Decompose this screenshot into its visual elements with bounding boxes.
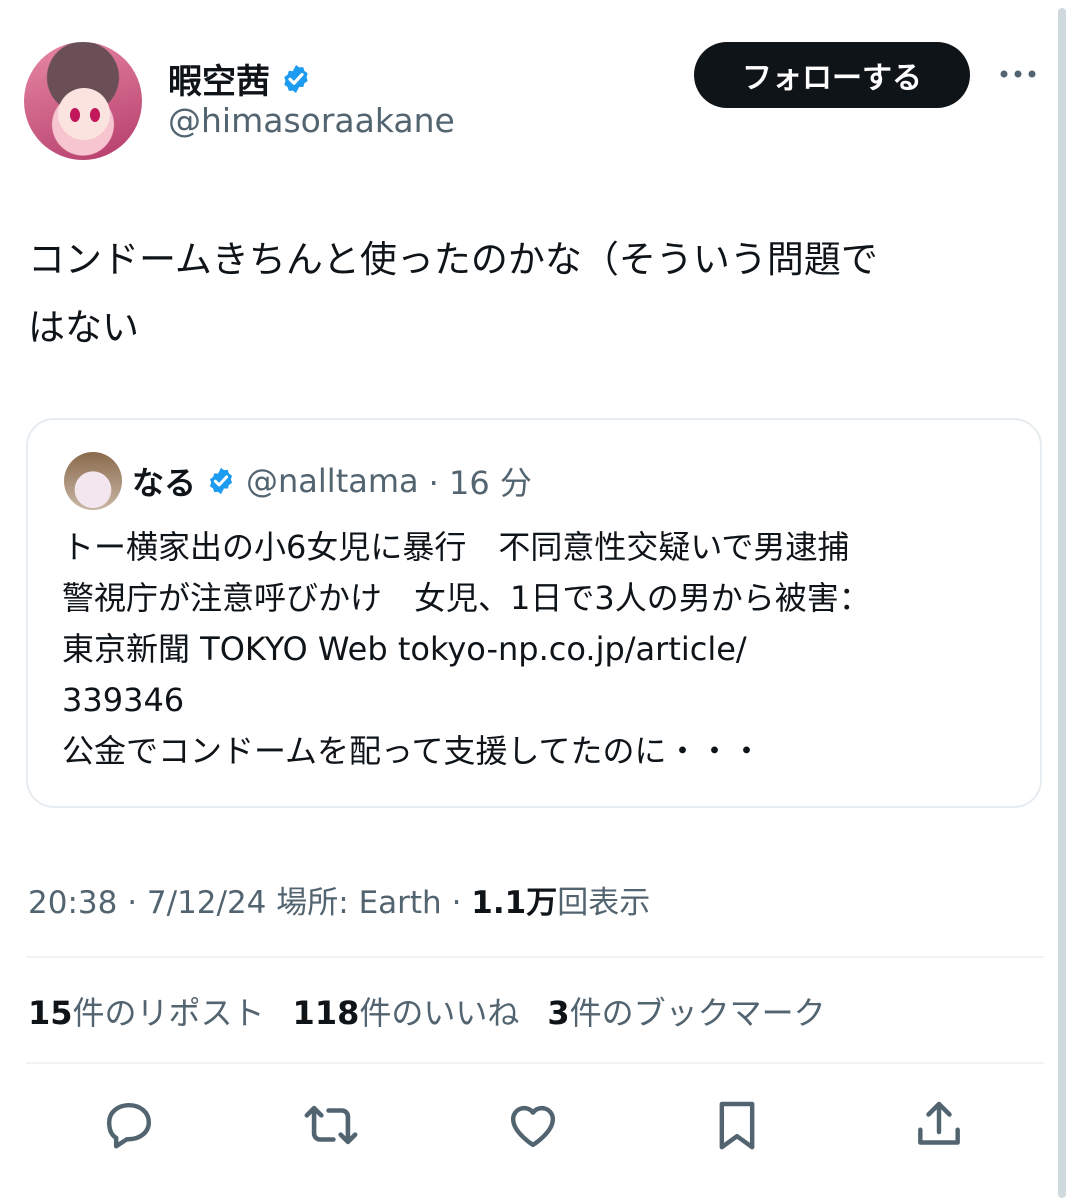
quoted-tweet[interactable]: なる @nalltama · 16 分 トー横家出の小6女児に暴行 不同意性交疑… [26, 418, 1042, 808]
view-label: 回表示 [557, 885, 651, 921]
avatar-eye [90, 108, 100, 122]
view-count: 1.1万 [471, 885, 558, 921]
tweet-text: コンドームきちんと使ったのかな（そういう問題で はない [28, 226, 1028, 362]
like-button[interactable] [498, 1085, 568, 1165]
tweet-location: 場所: Earth [276, 885, 442, 921]
quoted-tweet-header: なる @nalltama · 16 分 [132, 458, 532, 504]
avatar-face [58, 88, 110, 140]
bookmark-label: 件のブックマーク [569, 994, 826, 1032]
like-count: 118 [292, 994, 360, 1032]
retweet-button[interactable] [296, 1085, 366, 1165]
like-stat[interactable]: 118件のいいね [293, 988, 520, 1034]
scrollbar[interactable] [1058, 8, 1066, 1198]
bookmark-icon [719, 1101, 755, 1150]
bookmark-stat[interactable]: 3件のブックマーク [547, 988, 825, 1034]
share-icon [918, 1101, 960, 1145]
tweet-meta: 20:38 · 7/12/24 場所: Earth · 1.1万回表示 [28, 877, 650, 922]
like-icon [510, 1105, 556, 1148]
action-bar [0, 1085, 1070, 1165]
author-name[interactable]: 暇空茜 [168, 54, 270, 103]
quoted-author-avatar [64, 452, 122, 510]
tweet-line: コンドームきちんと使ったのかな（そういう問題で [28, 238, 878, 281]
avatar-eye [70, 108, 80, 122]
quoted-tweet-text: トー横家出の小6女児に暴行 不同意性交疑いで男逮捕 警視庁が注意呼びかけ 女児、… [62, 522, 1022, 777]
engagement-stats: 15件のリポスト 118件のいいね 3件のブックマーク [28, 988, 826, 1034]
quoted-line: 公金でコンドームを配って支援してたのに・・・ [62, 732, 763, 770]
quoted-line: 警視庁が注意呼びかけ 女児、1日で3人の男から被害： [62, 579, 871, 617]
reply-icon [106, 1102, 152, 1149]
quoted-line: トー横家出の小6女児に暴行 不同意性交疑いで男逮捕 [62, 528, 850, 566]
reply-button[interactable] [94, 1085, 164, 1165]
author-handle[interactable]: @himasoraakane [168, 101, 455, 140]
verified-badge-icon [210, 467, 233, 495]
follow-button[interactable]: フォローする [694, 42, 970, 108]
like-label: 件のいいね [359, 994, 520, 1032]
repost-stat[interactable]: 15件のリポスト [28, 988, 265, 1034]
quoted-author-name: なる [132, 464, 197, 502]
verified-badge-icon [284, 64, 308, 93]
quoted-tweet-time: · 16 分 [428, 464, 532, 502]
divider [26, 1062, 1044, 1064]
repost-count: 15 [28, 994, 73, 1032]
quoted-line: 339346 [62, 681, 185, 719]
meta-separator: · [451, 885, 462, 921]
author-avatar[interactable] [24, 42, 142, 160]
quoted-author-handle: @nalltama [246, 462, 419, 500]
retweet-icon [304, 1105, 358, 1145]
quoted-line: 東京新聞 TOKYO Web tokyo-np.co.jp/article/ [62, 630, 747, 668]
bookmark-button[interactable] [702, 1085, 772, 1165]
bookmark-count: 3 [547, 994, 570, 1032]
divider [26, 956, 1044, 958]
share-button[interactable] [904, 1085, 974, 1165]
more-icon[interactable] [998, 62, 1038, 86]
tweet-timestamp[interactable]: 20:38 · 7/12/24 [28, 885, 266, 921]
author-name-row[interactable]: 暇空茜 [168, 54, 312, 103]
tweet-line: はない [28, 306, 139, 349]
repost-label: 件のリポスト [72, 994, 265, 1032]
